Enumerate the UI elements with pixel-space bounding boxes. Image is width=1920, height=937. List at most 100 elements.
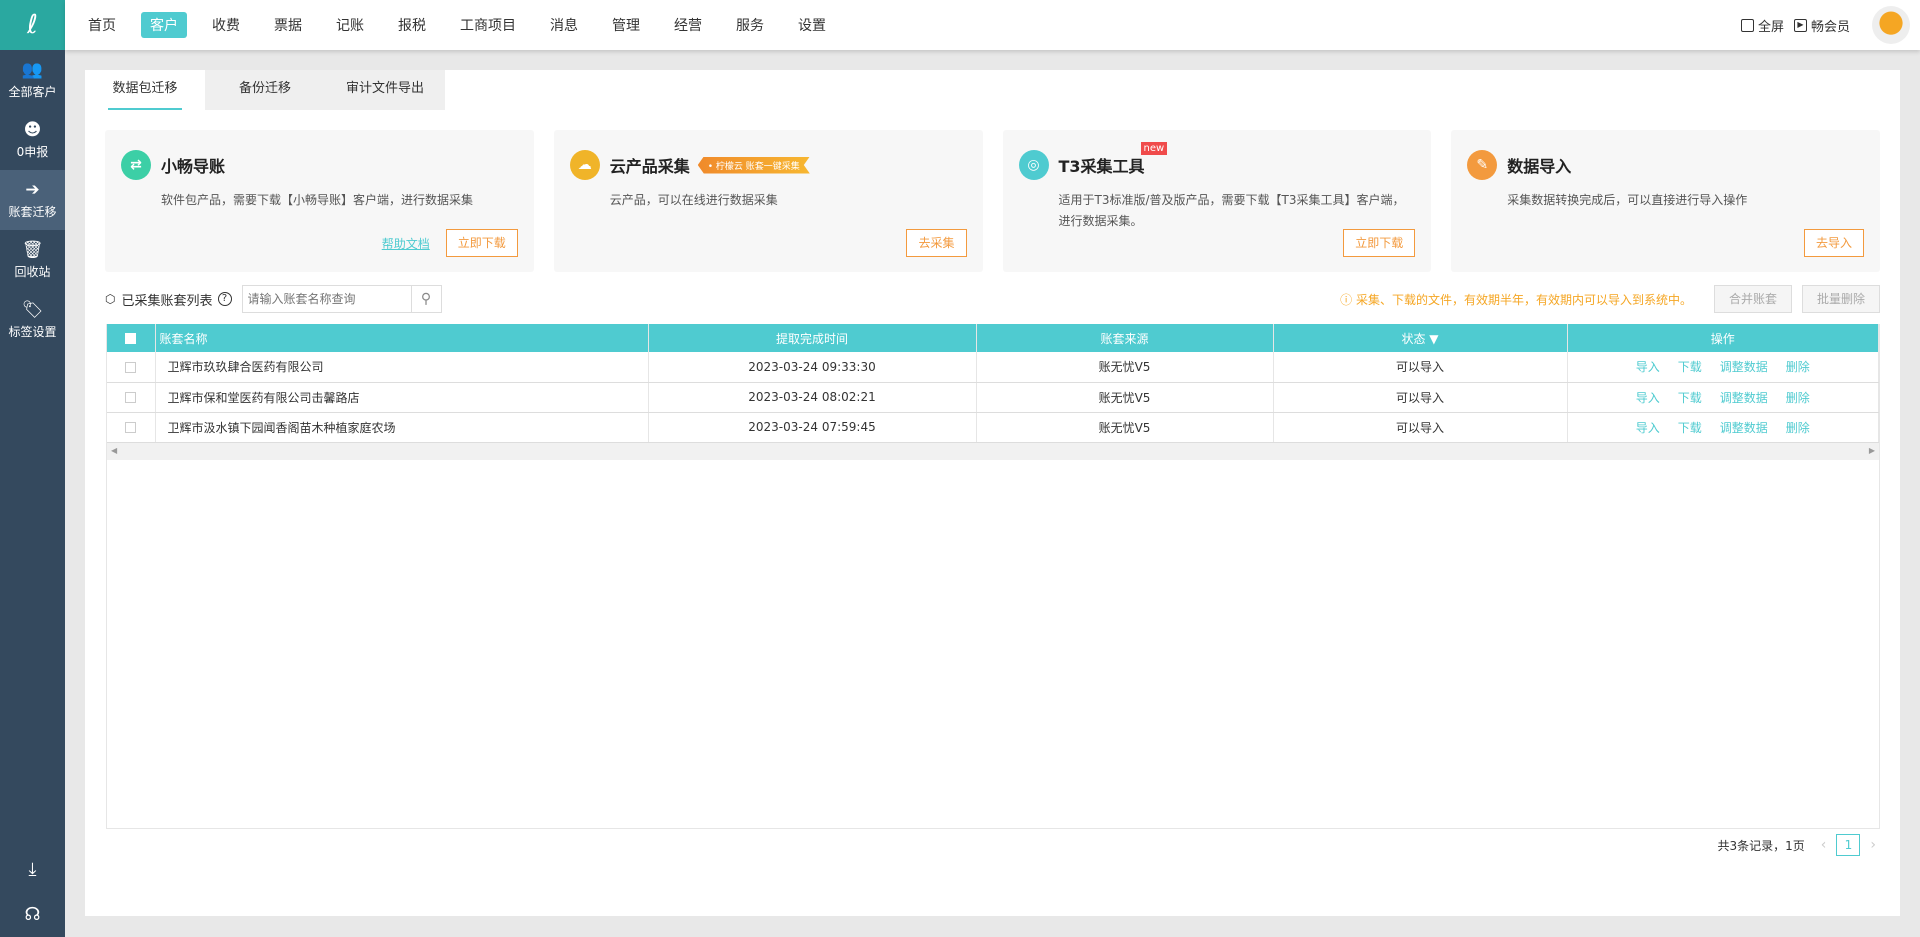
delete-link[interactable]: 删除 (1786, 391, 1810, 405)
sidebar-item-all-customers[interactable]: 👥 全部客户 (0, 50, 65, 110)
nav-settings[interactable]: 设置 (789, 12, 835, 38)
row-checkbox[interactable] (107, 382, 156, 413)
row-actions: 导入 下载 调整数据 删除 (1567, 412, 1879, 443)
pagination: 共3条记录，1页 ‹ 1 › (1718, 834, 1881, 856)
tabs: 数据包迁移 备份迁移 审计文件导出 (85, 70, 1900, 110)
prev-page-icon[interactable]: ‹ (1821, 837, 1827, 853)
card-xiaochang: ⇄ 小畅导账 软件包产品，需要下载【小畅导账】客户端，进行数据采集 帮助文档 立即下… (105, 130, 534, 272)
support-headset-icon[interactable]: ☊ (0, 892, 65, 937)
tab-package-migration[interactable]: 数据包迁移 (85, 70, 205, 110)
import-icon: ✎ (1467, 150, 1498, 180)
tab-audit-export[interactable]: 审计文件导出 (325, 70, 445, 110)
row-actions: 导入 下载 调整数据 删除 (1567, 352, 1879, 383)
delete-link[interactable]: 删除 (1786, 360, 1810, 374)
col-actions: 操作 (1567, 324, 1879, 352)
table-row: 卫辉市玖玖肆合医药有限公司 2023-03-24 09:33:30 账无忧V5 … (107, 352, 1879, 383)
transfer-icon: ⇄ (121, 150, 151, 180)
batch-delete-button[interactable]: 批量删除 (1801, 285, 1880, 313)
nav-tax[interactable]: 报税 (389, 12, 435, 38)
sidebar-item-recycle-bin[interactable]: 🗑 回收站 (0, 230, 65, 290)
play-icon: ▶ (1793, 18, 1807, 32)
next-page-icon[interactable]: › (1870, 837, 1876, 853)
tab-backup-migration[interactable]: 备份迁移 (205, 70, 325, 110)
fullscreen-button[interactable]: 全屏 (1740, 16, 1784, 35)
sidebar-item-label: 标签设置 (8, 325, 57, 339)
table-row: 卫辉市保和堂医药有限公司击馨路店 2023-03-24 08:02:21 账无忧… (107, 382, 1879, 413)
declare-icon: ☻ (23, 120, 42, 140)
card-data-import: ✎ 数据导入 采集数据转换完成后，可以直接进行导入操作 去导入 (1451, 130, 1880, 272)
nav-invoices[interactable]: 票据 (265, 12, 311, 38)
import-link[interactable]: 导入 (1636, 391, 1660, 405)
download-link[interactable]: 下载 (1678, 360, 1702, 374)
sidebar-item-label: 回收站 (14, 265, 51, 279)
member-label: 畅会员 (1810, 19, 1850, 35)
list-title: 已采集账套列表 (121, 293, 213, 309)
users-icon: 👥 (21, 60, 44, 80)
new-badge: new (1140, 142, 1168, 155)
extract-time: 2023-03-24 07:59:45 (648, 412, 977, 443)
box-icon: ⬡ (105, 292, 116, 306)
extract-time: 2023-03-24 08:02:21 (648, 382, 977, 413)
account-source: 账无忧V5 (976, 352, 1274, 383)
nav-fees[interactable]: 收费 (203, 12, 249, 38)
avatar[interactable] (1872, 6, 1910, 44)
go-collect-button[interactable]: 去采集 (906, 229, 967, 257)
account-name: 卫辉市保和堂医药有限公司击馨路店 (155, 382, 649, 413)
nav-customers[interactable]: 客户 (141, 12, 187, 38)
row-checkbox[interactable] (107, 352, 156, 383)
nav-bookkeeping[interactable]: 记账 (327, 12, 373, 38)
sidebar-item-account-migration[interactable]: ➔ 账套迁移 (0, 170, 65, 230)
pagination-summary: 共3条记录，1页 (1717, 838, 1805, 853)
card-cloud-collect: ☁ 云产品采集 • 柠檬云 账套一键采集 云产品，可以在线进行数据采集 去采集 (553, 130, 983, 272)
nav-operations[interactable]: 经营 (665, 12, 711, 38)
download-t3-button[interactable]: 立即下载 (1343, 229, 1416, 257)
page-1[interactable]: 1 (1836, 834, 1861, 856)
search-box: ⚲ (241, 285, 442, 313)
delete-link[interactable]: 删除 (1786, 421, 1810, 435)
nav-business-projects[interactable]: 工商项目 (451, 12, 525, 38)
sidebar-item-label: 全部客户 (8, 85, 57, 99)
nav-messages[interactable]: 消息 (541, 12, 587, 38)
nav-home[interactable]: 首页 (79, 12, 125, 38)
download-link[interactable]: 下载 (1678, 421, 1702, 435)
import-link[interactable]: 导入 (1636, 421, 1660, 435)
help-icon[interactable]: ? (217, 292, 232, 306)
promo-badge: • 柠檬云 账套一键采集 (698, 157, 810, 174)
download-now-button[interactable]: 立即下载 (445, 229, 518, 257)
card-desc: 云产品，可以在线进行数据采集 (609, 193, 778, 207)
col-source: 账套来源 (976, 324, 1274, 352)
top-bar: 首页 客户 收费 票据 记账 报税 工商项目 消息 管理 经营 服务 设置 全屏… (65, 0, 1920, 50)
search-icon[interactable]: ⚲ (410, 286, 441, 312)
import-link[interactable]: 导入 (1636, 360, 1660, 374)
help-doc-link[interactable]: 帮助文档 (382, 235, 430, 252)
col-name: 账套名称 (155, 324, 649, 352)
nav-services[interactable]: 服务 (727, 12, 773, 38)
sidebar: 👥 全部客户 ☻ 0申报 ➔ 账套迁移 🗑 回收站 🏷 标签设置 ⤓ ☊ (0, 50, 65, 937)
horizontal-scrollbar[interactable]: ◀ ▶ (107, 442, 1879, 460)
adjust-data-link[interactable]: 调整数据 (1720, 391, 1768, 405)
fullscreen-icon (1740, 18, 1754, 32)
row-checkbox[interactable] (107, 412, 156, 443)
main-panel: 数据包迁移 备份迁移 审计文件导出 ⇄ 小畅导账 软件包产品，需要下载【小畅导账】… (85, 70, 1900, 916)
table-row: 卫辉市汲水镇下园闻香阁苗木种植家庭农场 2023-03-24 07:59:45 … (107, 412, 1879, 443)
go-import-button[interactable]: 去导入 (1803, 229, 1864, 257)
card-title: 数据导入 (1507, 157, 1572, 176)
filter-icon[interactable]: ▼ (1429, 332, 1438, 346)
card-desc: 采集数据转换完成后，可以直接进行导入操作 (1507, 193, 1748, 207)
search-input[interactable] (242, 286, 411, 312)
download-client-icon[interactable]: ⤓ (0, 847, 65, 892)
account-name: 卫辉市玖玖肆合医药有限公司 (155, 352, 649, 383)
merge-accounts-button[interactable]: 合并账套 (1713, 285, 1792, 313)
sidebar-item-zero-declare[interactable]: ☻ 0申报 (0, 110, 65, 170)
select-all-checkbox[interactable] (107, 324, 156, 352)
member-button[interactable]: ▶ 畅会员 (1793, 16, 1850, 35)
tag-icon: 🏷 (21, 300, 44, 320)
card-title: 云产品采集 (609, 157, 690, 176)
app-logo[interactable]: ℓ (0, 0, 65, 50)
col-status[interactable]: 状态 ▼ (1273, 324, 1568, 352)
nav-management[interactable]: 管理 (603, 12, 649, 38)
adjust-data-link[interactable]: 调整数据 (1720, 421, 1768, 435)
sidebar-item-tag-settings[interactable]: 🏷 标签设置 (0, 290, 65, 350)
download-link[interactable]: 下载 (1678, 391, 1702, 405)
adjust-data-link[interactable]: 调整数据 (1720, 360, 1768, 374)
